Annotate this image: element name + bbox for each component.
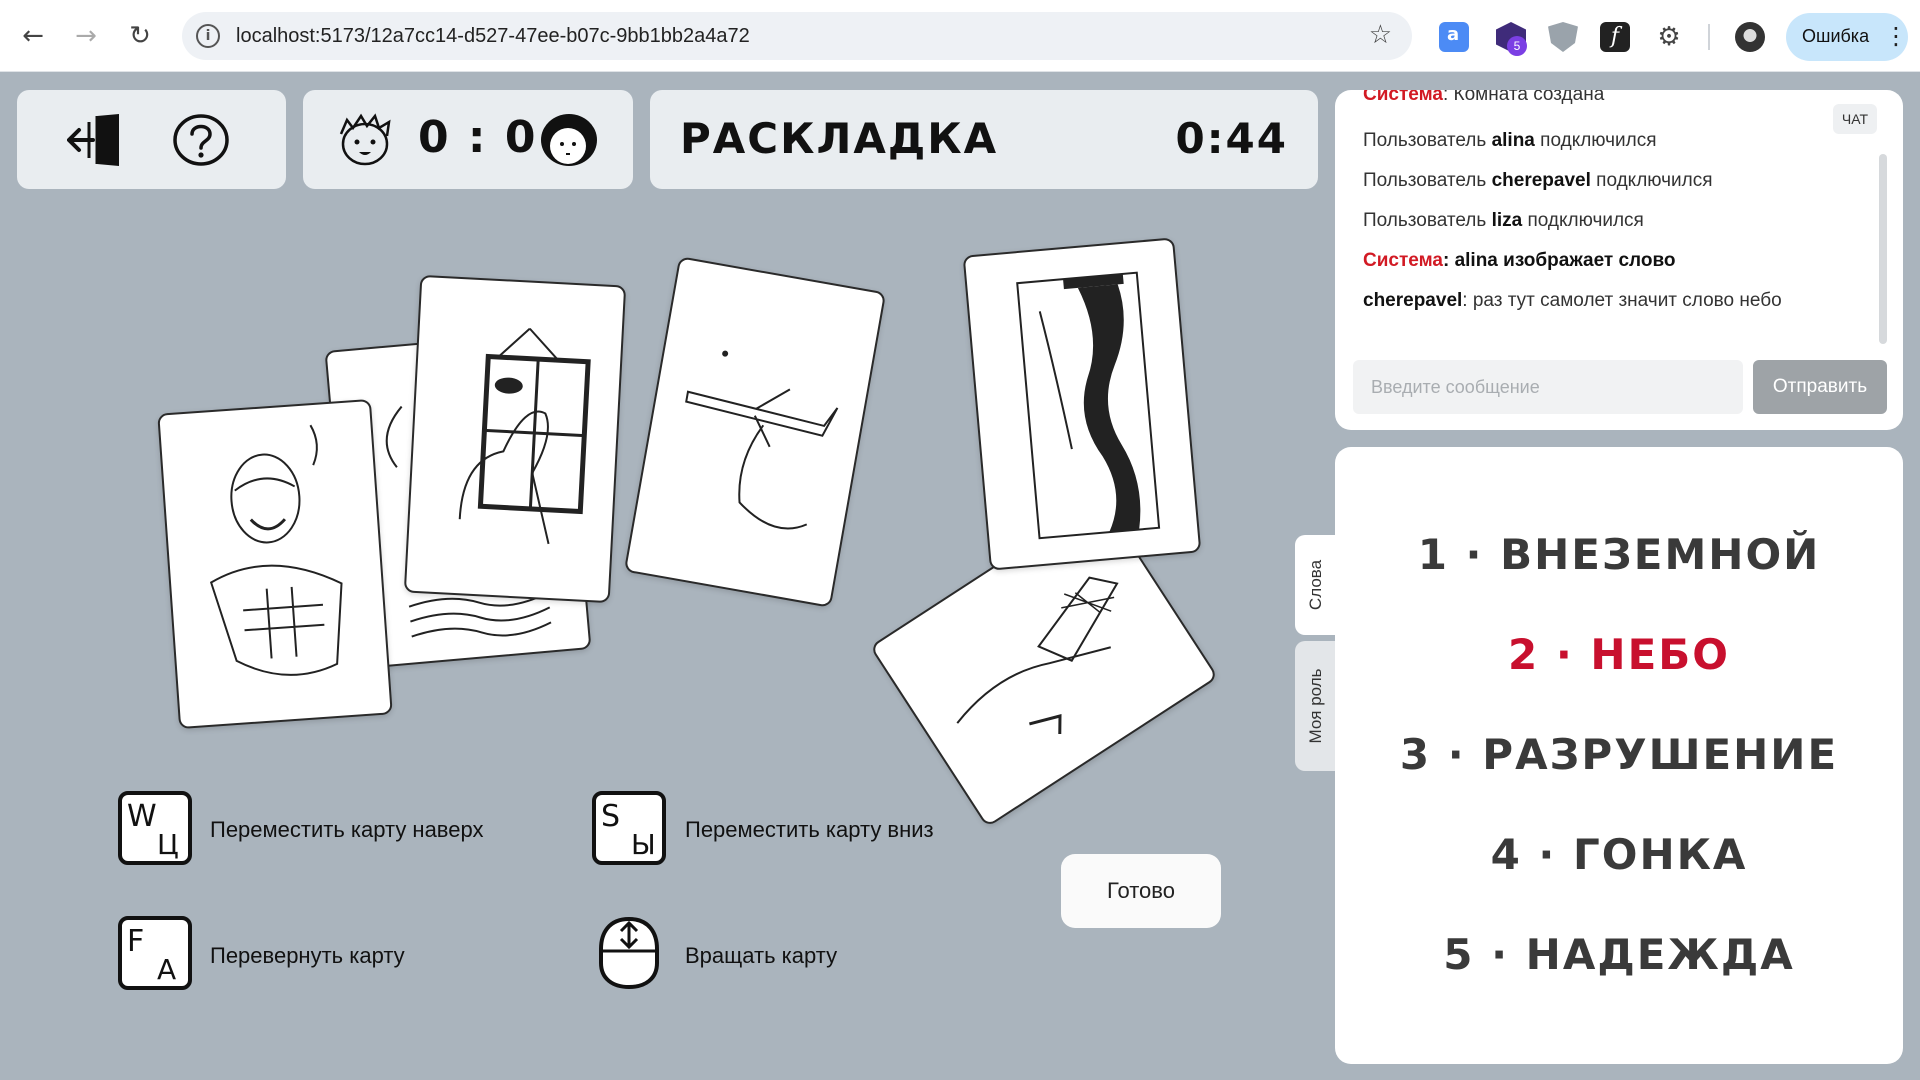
- card-tattooed-man-illustration: [209, 424, 343, 676]
- tab-words[interactable]: Слова: [1295, 535, 1337, 635]
- site-info-icon[interactable]: i: [196, 24, 220, 48]
- error-button[interactable]: Ошибка ⋮: [1786, 13, 1908, 61]
- f-key-ru-label: А: [157, 953, 176, 986]
- error-label: Ошибка: [1802, 26, 1870, 46]
- chat-message: Система: alina изображает слово: [1363, 250, 1676, 271]
- hint-move-down: Переместить карту вниз: [685, 817, 934, 842]
- profile-avatar[interactable]: [1735, 22, 1765, 52]
- tab-words-label: Слова: [1306, 559, 1325, 611]
- w-key-icon: W Ц: [118, 791, 192, 865]
- address-bar[interactable]: i localhost:5173/12a7cc14-d527-47ee-b07c…: [182, 12, 1412, 60]
- chat-scrollbar[interactable]: [1879, 154, 1887, 344]
- s-key-label: S: [601, 799, 620, 834]
- exit-door-icon[interactable]: [67, 110, 131, 170]
- back-arrow-icon[interactable]: ←: [17, 20, 49, 52]
- hint-move-up: Переместить карту наверх: [210, 817, 484, 842]
- url-text: localhost:5173/12a7cc14-d527-47ee-b07c-9…: [236, 25, 750, 47]
- done-button[interactable]: Готово: [1061, 854, 1221, 928]
- w-key-label: W: [127, 799, 157, 834]
- s-key-icon: S Ы: [592, 791, 666, 865]
- s-key-ru-label: Ы: [631, 828, 656, 861]
- phase-panel: РАСКЛАДКА 0:44: [650, 90, 1318, 189]
- phase-title: РАСКЛАДКА: [680, 114, 999, 163]
- chat-panel: Система: Комната создана Пользователь al…: [1335, 90, 1903, 430]
- help-question-icon[interactable]: [172, 112, 230, 168]
- browser-toolbar: ← → ↻ i localhost:5173/12a7cc14-d527-47e…: [0, 0, 1920, 72]
- card-airplane-illustration: [685, 350, 839, 530]
- menu-kebab-icon[interactable]: ⋮: [1884, 21, 1908, 51]
- chat-message: cherepavel: раз тут самолет значит слово…: [1363, 290, 1782, 311]
- chat-message-input[interactable]: [1353, 360, 1743, 414]
- opponent-face-icon: [541, 114, 597, 166]
- chat-message: Пользователь cherepavel подключился: [1363, 170, 1713, 191]
- words-panel: 1 · ВНЕЗЕМНОЙ 2 · НЕБО 3 · РАЗРУШЕНИЕ 4 …: [1335, 447, 1903, 1064]
- round-timer: 0:44: [1175, 114, 1288, 163]
- reload-icon[interactable]: ↻: [124, 20, 156, 52]
- shield-extension-icon[interactable]: [1548, 22, 1578, 52]
- extension-badge: 5: [1507, 36, 1527, 56]
- chat-message: Пользователь alina подключился: [1363, 130, 1657, 151]
- chat-tag: ЧАТ: [1833, 104, 1877, 134]
- translate-extension-icon[interactable]: [1439, 22, 1469, 52]
- score: 0 : 0: [418, 112, 538, 163]
- card-waterfall-woman[interactable]: [962, 237, 1202, 571]
- word-option: 4 · ГОНКА: [1490, 830, 1748, 879]
- send-message-button[interactable]: Отправить: [1753, 360, 1887, 414]
- extensions-puzzle-icon[interactable]: ⚙: [1654, 22, 1684, 52]
- chat-message: Система: Комната создана: [1363, 90, 1605, 105]
- score-panel: 0 : 0: [303, 90, 633, 189]
- word-option: 3 · РАЗРУШЕНИЕ: [1399, 730, 1839, 779]
- forward-arrow-icon[interactable]: →: [70, 20, 102, 52]
- secret-word: 2 · НЕБО: [1508, 630, 1730, 679]
- word-option: 1 · ВНЕЗЕМНОЙ: [1417, 530, 1821, 579]
- w-key-ru-label: Ц: [157, 828, 179, 861]
- controls-panel: [17, 90, 286, 189]
- side-tabs: Слова Моя роль: [1295, 535, 1337, 771]
- tab-my-role[interactable]: Моя роль: [1295, 641, 1337, 771]
- card-airplane[interactable]: [623, 256, 887, 608]
- f-key-icon: F А: [118, 916, 192, 990]
- hint-rotate: Вращать карту: [685, 943, 838, 968]
- f-key-label: F: [127, 924, 144, 959]
- toolbar-divider: [1708, 24, 1710, 50]
- font-extension-icon[interactable]: f: [1600, 22, 1630, 52]
- tab-my-role-label: Моя роль: [1306, 668, 1325, 744]
- player-face-icon: [339, 113, 391, 166]
- card-waterfall-woman-illustration: [1016, 271, 1161, 540]
- hint-flip: Перевернуть карту: [210, 943, 405, 968]
- mouse-wheel-icon: [599, 916, 659, 990]
- bookmark-star-icon[interactable]: ☆: [1369, 20, 1392, 50]
- card-tattooed-man[interactable]: [157, 398, 393, 730]
- card-window-hand-illustration: [458, 327, 591, 545]
- chat-message: Пользователь liza подключился: [1363, 210, 1644, 231]
- word-option: 5 · НАДЕЖДА: [1443, 930, 1795, 979]
- card-window-hand[interactable]: [403, 274, 627, 604]
